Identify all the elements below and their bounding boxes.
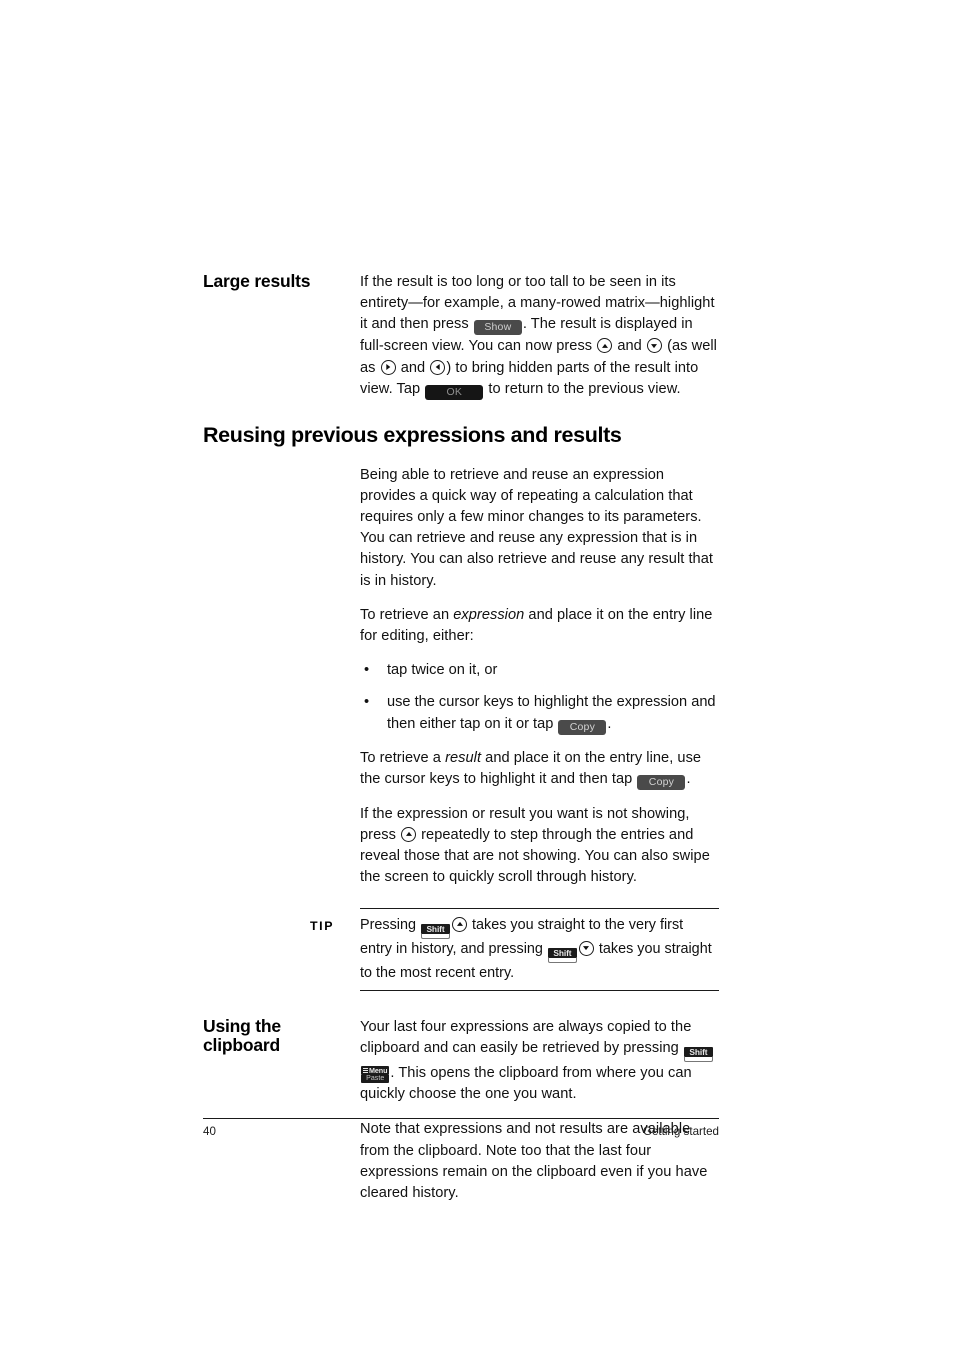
page-footer: 40 Getting started — [203, 1124, 719, 1140]
retrieve-expression-list: • tap twice on it, or • use the cursor key… — [360, 660, 719, 735]
reusing-body-wrap: Being able to retrieve and reuse an expr… — [203, 465, 719, 889]
footer-section-name: Getting started — [642, 1125, 719, 1138]
bullet-marker-icon: • — [364, 694, 370, 711]
large-results-body: If the result is too long or too tall to… — [360, 272, 719, 401]
reusing-p3-text-c: . — [686, 770, 691, 787]
section-large-results: Large results If the result is too long … — [203, 271, 719, 401]
page-content: Large results If the result is too long … — [203, 271, 719, 1204]
tip-text: Pressing Shift takes you straight to the… — [360, 916, 719, 983]
section-reusing: Reusing previous expressions and results — [203, 423, 719, 448]
bullet-marker-icon: • — [364, 662, 370, 679]
shift-key-icon[interactable]: Shift — [421, 923, 450, 939]
shift-key-icon[interactable]: Shift — [683, 1046, 713, 1062]
clipboard-body: Your last four expressions are always co… — [360, 1017, 719, 1204]
page-title: Reusing previous expressions and results — [203, 422, 622, 447]
side-heading-using-clipboard: Using the clipboard — [203, 1015, 281, 1056]
menu-key-label: Menu — [361, 1065, 390, 1075]
cursor-up-key-icon[interactable] — [452, 916, 467, 932]
copy-button[interactable]: Copy — [558, 719, 607, 735]
shift-key-base — [547, 957, 577, 963]
large-results-text-7: to return to the previous view. — [484, 380, 681, 397]
section-using-clipboard: Using the clipboard Your last four expre… — [203, 1015, 719, 1204]
clipboard-paragraph-1: Your last four expressions are always co… — [360, 1017, 719, 1106]
reusing-p2-italic: expression — [453, 606, 525, 623]
list-item: • tap twice on it, or — [360, 660, 719, 681]
bullet-1-text: tap twice on it, or — [387, 662, 498, 679]
clipboard-p1-text-a: Your last four expressions are always co… — [360, 1018, 692, 1056]
menu-lines-icon — [363, 1067, 368, 1073]
reusing-paragraph-4: If the expression or result you want is … — [360, 804, 719, 889]
tip-callout: TIP Pressing Shift takes you straight to… — [203, 907, 719, 991]
copy-button[interactable]: Copy — [637, 774, 686, 790]
cursor-right-key-icon[interactable] — [380, 359, 396, 375]
shift-key-base — [683, 1056, 713, 1062]
manual-page: Large results If the result is too long … — [0, 0, 954, 1350]
reusing-p3-text-a: To retrieve a — [360, 749, 446, 766]
cursor-down-key-icon[interactable] — [646, 338, 662, 354]
bullet-2-text-a: use the cursor keys to highlight the exp… — [387, 694, 716, 732]
shift-key-label: Shift — [421, 923, 450, 934]
clipboard-p1-text-b: . This opens the clipboard from where yo… — [360, 1064, 692, 1103]
cursor-up-key-icon[interactable] — [597, 338, 613, 354]
tip-text-a: Pressing — [360, 916, 420, 933]
reusing-p2-text-a: To retrieve an — [360, 606, 454, 623]
list-item: • use the cursor keys to highlight the ex… — [360, 692, 719, 735]
shift-key-base — [421, 933, 450, 939]
side-heading-large-results: Large results — [203, 271, 311, 291]
reusing-paragraph-3: To retrieve a result and place it on the… — [360, 748, 719, 791]
shift-key-icon[interactable]: Shift — [547, 947, 577, 963]
reusing-p3-italic: result — [445, 749, 482, 766]
footer-rule — [203, 1118, 719, 1119]
menu-paste-key-icon[interactable]: Menu Paste — [361, 1065, 390, 1083]
tip-body: TIP Pressing Shift takes you straight to… — [203, 909, 719, 990]
show-button[interactable]: Show — [473, 320, 522, 336]
shift-key-label: Shift — [683, 1046, 713, 1057]
large-results-text-5: and — [396, 359, 430, 376]
cursor-left-key-icon[interactable] — [430, 359, 446, 375]
ok-button[interactable]: OK — [425, 384, 484, 400]
tip-label: TIP — [310, 918, 335, 933]
large-results-text-3: and — [613, 338, 646, 355]
reusing-paragraph-1: Being able to retrieve and reuse an expr… — [360, 466, 713, 589]
reusing-body: Being able to retrieve and reuse an expr… — [360, 465, 719, 889]
bullet-2-text-b: . — [607, 715, 612, 732]
large-results-paragraph: If the result is too long or too tall to… — [360, 272, 719, 401]
tip-rule-bottom — [360, 989, 719, 991]
page-number: 40 — [203, 1125, 216, 1138]
shift-key-label: Shift — [547, 947, 577, 958]
cursor-up-key-icon[interactable] — [401, 826, 417, 842]
reusing-paragraph-2: To retrieve an expression and place it o… — [360, 605, 719, 647]
cursor-down-key-icon[interactable] — [578, 940, 594, 956]
paste-key-label: Paste — [361, 1074, 390, 1083]
